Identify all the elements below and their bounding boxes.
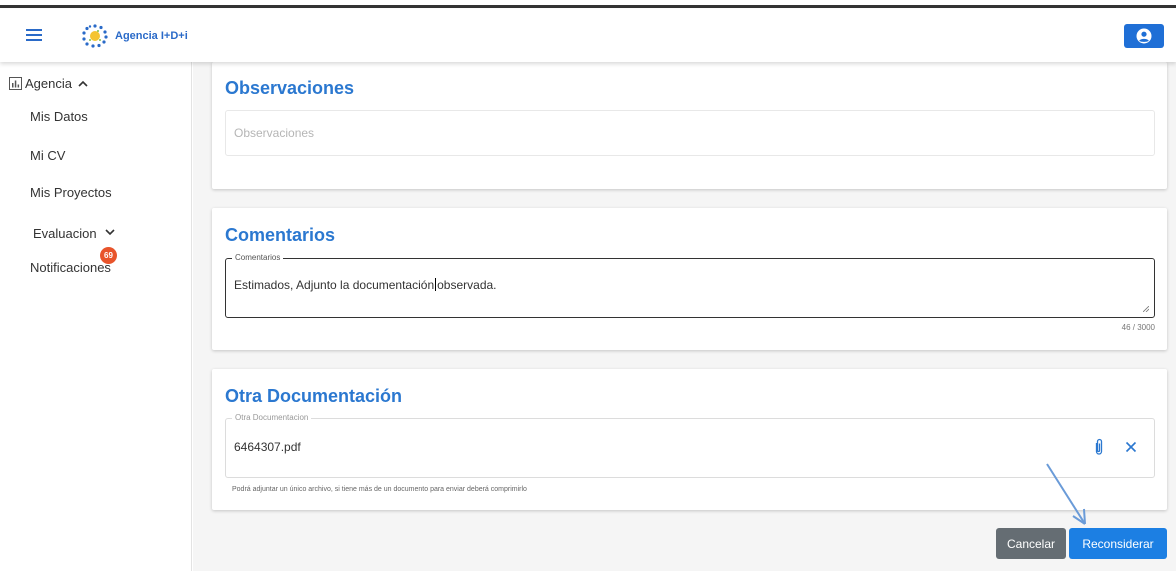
comentarios-card: Comentarios Comentarios Estimados, Adjun…	[212, 208, 1167, 350]
observaciones-title: Observaciones	[225, 78, 355, 98]
otra-documentacion-title: Otra Documentación	[225, 386, 403, 406]
chevron-down-icon	[105, 228, 115, 235]
cancel-button[interactable]: Cancelar	[996, 528, 1066, 559]
top-bar: Agencia I+D+i	[0, 9, 1176, 62]
sidebar-item-mis-datos[interactable]: Mis Datos	[30, 109, 88, 124]
chevron-up-icon	[78, 80, 88, 87]
brand-name: Agencia I+D+i	[115, 30, 188, 42]
comentarios-text: Estimados, Adjunto la documentación obser…	[234, 278, 497, 292]
comentarios-field-label: Comentarios	[232, 253, 284, 262]
main-content: Observaciones Observaciones Comentarios …	[193, 62, 1176, 571]
text-caret	[435, 278, 437, 291]
observaciones-card: Observaciones Observaciones	[212, 62, 1167, 189]
brand-logo[interactable]: Agencia I+D+i	[78, 23, 188, 49]
sidebar-item-notificaciones[interactable]: Notificaciones 69	[30, 247, 117, 275]
comentarios-textarea[interactable]: Comentarios Estimados, Adjunto la docume…	[225, 253, 1155, 318]
reconsider-button[interactable]: Reconsiderar	[1069, 528, 1167, 559]
sidebar: Agencia Mis Datos Mi CV Mis Proyectos Ev…	[0, 62, 192, 571]
sidebar-section-label: Agencia	[25, 76, 72, 91]
notification-badge: 69	[100, 247, 117, 264]
user-account-button[interactable]	[1124, 24, 1164, 48]
sidebar-item-mi-cv[interactable]: Mi CV	[30, 148, 65, 163]
sidebar-item-evaluacion[interactable]: Evaluacion	[33, 226, 115, 241]
otra-documentacion-field-label: Otra Documentacion	[232, 413, 312, 422]
close-icon[interactable]	[1122, 438, 1140, 456]
observaciones-field[interactable]: Observaciones	[225, 110, 1155, 156]
otra-documentacion-card: Otra Documentación Otra Documentacion 64…	[212, 369, 1167, 510]
resize-handle-icon[interactable]	[1143, 306, 1149, 312]
sidebar-item-evaluacion-label: Evaluacion	[33, 226, 97, 241]
user-circle-icon	[1136, 28, 1152, 44]
paperclip-icon[interactable]	[1093, 438, 1105, 456]
otra-documentacion-field[interactable]: Otra Documentacion 6464307.pdf	[225, 413, 1155, 478]
sidebar-section-agencia[interactable]: Agencia	[9, 76, 88, 91]
comentarios-title: Comentarios	[225, 225, 336, 245]
sidebar-item-notificaciones-label: Notificaciones	[30, 260, 111, 275]
attached-file-name: 6464307.pdf	[234, 440, 301, 454]
annotation-arrow	[1046, 463, 1086, 525]
bar-chart-icon	[9, 77, 22, 90]
attachment-hint: Podrá adjuntar un único archivo, si tien…	[232, 486, 527, 493]
character-counter: 46 / 3000	[1121, 323, 1155, 332]
top-border	[0, 0, 1176, 8]
sidebar-item-mis-proyectos[interactable]: Mis Proyectos	[30, 185, 112, 200]
sun-logo-icon	[82, 24, 108, 48]
hamburger-icon[interactable]	[26, 29, 42, 41]
comentarios-text-after: observada.	[437, 278, 497, 292]
comentarios-text-before: Estimados, Adjunto la documentación	[234, 278, 435, 292]
